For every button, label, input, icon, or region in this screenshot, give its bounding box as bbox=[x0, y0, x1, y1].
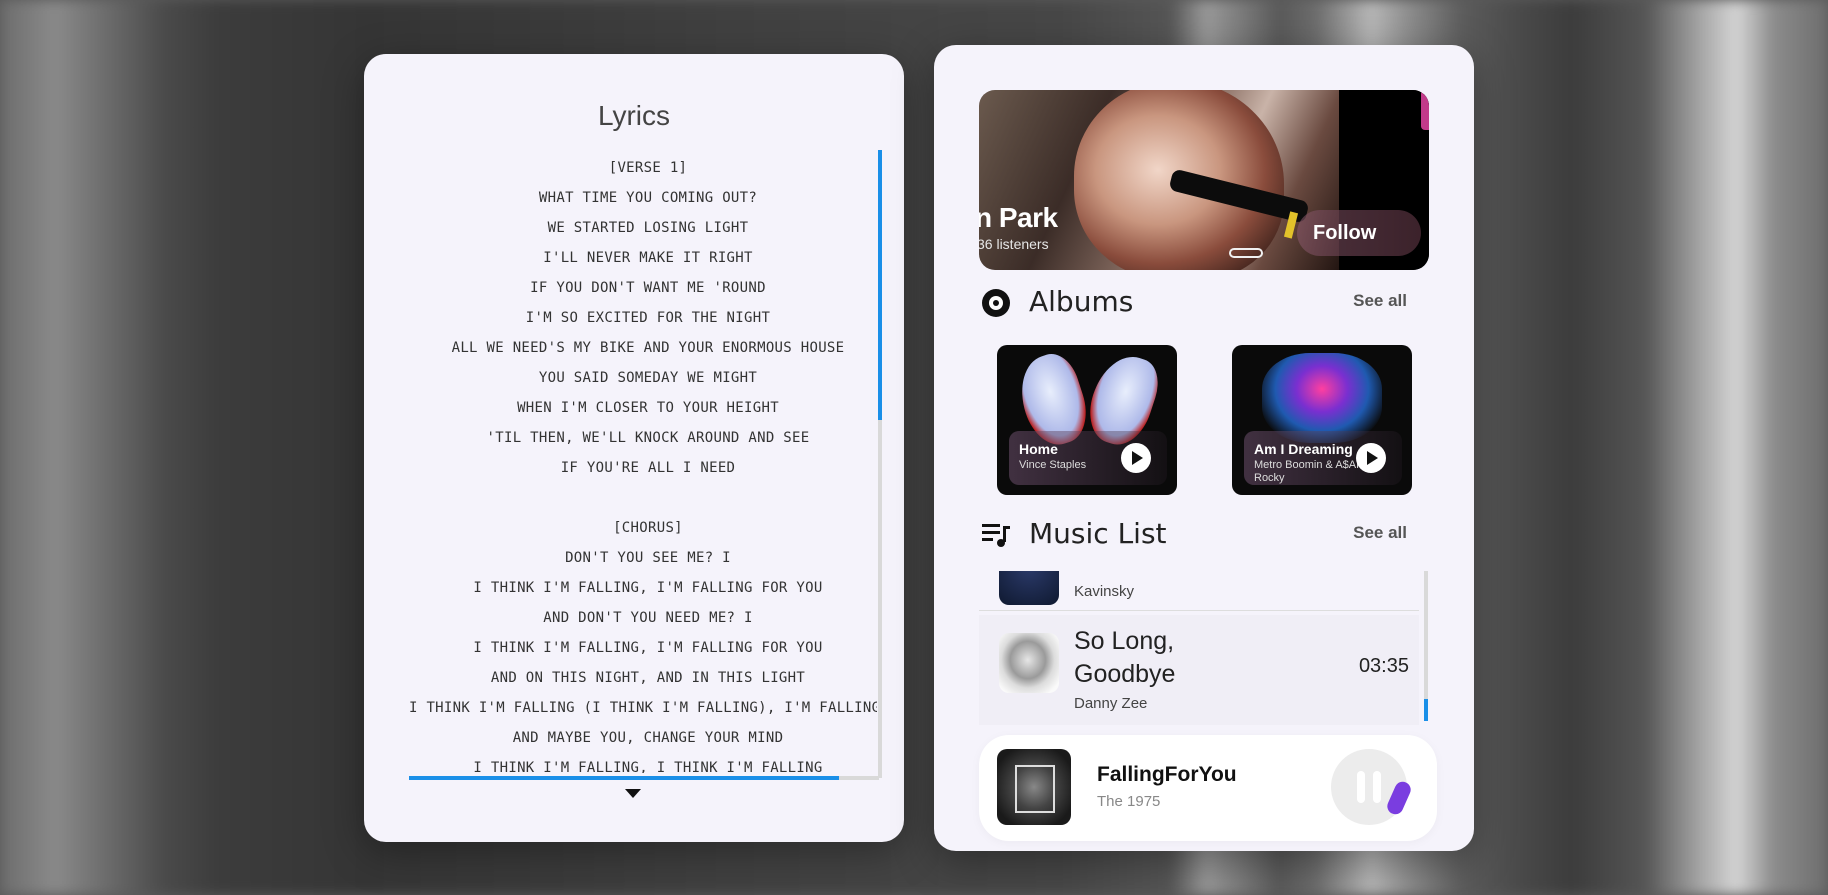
play-icon[interactable] bbox=[1121, 443, 1151, 473]
artist-listeners: 36 listeners bbox=[979, 236, 1049, 252]
lyrics-title: Lyrics bbox=[597, 100, 671, 131]
list-item[interactable]: Kavinsky bbox=[979, 571, 1419, 611]
track-duration: 03:35 bbox=[1358, 655, 1409, 677]
lyric-line: 'TIL THEN, WE'LL KNOCK AROUND AND SEE bbox=[486, 430, 810, 446]
lyric-line: WHAT TIME YOU COMING OUT? bbox=[538, 190, 758, 206]
lyric-line: I THINK I'M FALLING, I'M FALLING FOR YOU bbox=[473, 580, 823, 596]
lyric-line bbox=[409, 483, 877, 513]
now-playing-bar: FallingForYou The 1975 bbox=[979, 735, 1437, 841]
track-cover bbox=[999, 633, 1059, 693]
lyric-line: IF YOU DON'T WANT ME 'ROUND bbox=[530, 280, 766, 296]
lyric-line: [CHORUS] bbox=[613, 520, 683, 536]
list-item[interactable]: So Long, Goodbye Danny Zee 03:35 bbox=[979, 615, 1419, 725]
album-card-am-i-dreaming[interactable]: Am I Dreaming Metro Boomin & A$AP Rocky bbox=[1232, 345, 1412, 495]
vinyl-disc-icon bbox=[982, 289, 1010, 317]
lyric-line: [VERSE 1] bbox=[608, 160, 688, 176]
artist-banner: n Park 36 listeners Follow bbox=[979, 90, 1429, 270]
album-card-home[interactable]: Home Vince Staples bbox=[997, 345, 1177, 495]
banner-next-slide-edge bbox=[1421, 90, 1429, 130]
now-playing-artist: The 1975 bbox=[1097, 793, 1161, 810]
music-list-scrollbar[interactable] bbox=[1424, 571, 1428, 721]
lyrics-lines: [VERSE 1] WHAT TIME YOU COMING OUT? WE STA… bbox=[409, 153, 877, 773]
music-list-see-all-link[interactable]: See all bbox=[1353, 523, 1407, 543]
music-list-title: Music List bbox=[1029, 517, 1167, 550]
music-list-header: Music List See all bbox=[979, 517, 1429, 557]
scroll-down-arrow-icon[interactable] bbox=[625, 789, 641, 798]
album-title: Home bbox=[1019, 441, 1058, 457]
lyric-line: I THINK I'M FALLING (I THINK I'M FALLING… bbox=[409, 700, 877, 716]
albums-header: Albums See all bbox=[979, 285, 1429, 325]
album-info: Am I Dreaming Metro Boomin & A$AP Rocky bbox=[1244, 431, 1402, 485]
lyric-line: IF YOU'RE ALL I NEED bbox=[560, 460, 736, 476]
track-title: So Long, Goodbye bbox=[1074, 627, 1176, 688]
lyrics-horizontal-scroll-thumb[interactable] bbox=[409, 776, 839, 780]
albums-see-all-link[interactable]: See all bbox=[1353, 291, 1407, 311]
albums-title: Albums bbox=[1029, 285, 1134, 318]
track-cover bbox=[999, 571, 1059, 605]
lyric-line: I THINK I'M FALLING, I THINK I'M FALLING bbox=[473, 760, 823, 773]
lyric-line: I'LL NEVER MAKE IT RIGHT bbox=[543, 250, 753, 266]
lyric-line: I THINK I'M FALLING, I'M FALLING FOR YOU bbox=[473, 640, 823, 656]
lyric-line: AND MAYBE YOU, CHANGE YOUR MIND bbox=[512, 730, 784, 746]
lyrics-vertical-scroll-thumb[interactable] bbox=[878, 150, 882, 420]
lyric-line: AND DON'T YOU NEED ME? I bbox=[543, 610, 753, 626]
now-playing-title: FallingForYou bbox=[1097, 763, 1237, 786]
lyric-line: ALL WE NEED'S MY BIKE AND YOUR ENORMOUS … bbox=[451, 340, 845, 356]
lyrics-scroll-area[interactable]: [VERSE 1] WHAT TIME YOU COMING OUT? WE STA… bbox=[409, 153, 877, 773]
play-icon[interactable] bbox=[1356, 443, 1386, 473]
lyrics-panel: Lyrics [VERSE 1] WHAT TIME YOU COMING OUT… bbox=[364, 54, 904, 842]
lyric-line: WHEN I'M CLOSER TO YOUR HEIGHT bbox=[517, 400, 779, 416]
lyric-line: AND ON THIS NIGHT, AND IN THIS LIGHT bbox=[490, 670, 806, 686]
follow-button[interactable]: Follow bbox=[1297, 210, 1421, 256]
lyric-line: DON'T YOU SEE ME? I bbox=[565, 550, 731, 566]
pause-icon bbox=[1357, 771, 1365, 803]
blurred-background bbox=[0, 0, 1828, 895]
playlist-icon bbox=[982, 524, 1010, 547]
music-panel: n Park 36 listeners Follow Albums See al… bbox=[934, 45, 1474, 851]
lyrics-horizontal-scrollbar[interactable] bbox=[409, 776, 879, 780]
lyric-line: WE STARTED LOSING LIGHT bbox=[547, 220, 749, 236]
lyric-line: YOU SAID SOMEDAY WE MIGHT bbox=[538, 370, 758, 386]
track-artist: Danny Zee bbox=[1074, 695, 1148, 712]
artist-name: n Park bbox=[979, 202, 1058, 233]
carousel-indicator[interactable] bbox=[1229, 248, 1263, 258]
lyrics-vertical-scrollbar[interactable] bbox=[878, 150, 882, 778]
pause-icon bbox=[1373, 771, 1381, 803]
lyric-line: I'M SO EXCITED FOR THE NIGHT bbox=[525, 310, 771, 326]
now-playing-cover bbox=[997, 749, 1071, 825]
album-title: Am I Dreaming bbox=[1254, 441, 1353, 457]
track-artist: Kavinsky bbox=[1074, 583, 1135, 600]
album-info: Home Vince Staples bbox=[1009, 431, 1167, 485]
album-art-spider bbox=[1262, 353, 1382, 443]
music-list-scroll-thumb[interactable] bbox=[1424, 699, 1428, 721]
